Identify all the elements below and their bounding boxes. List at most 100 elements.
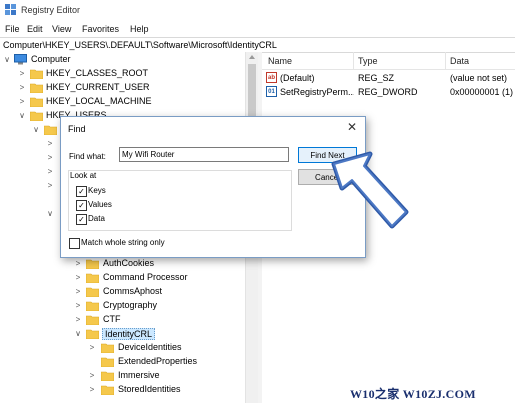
- match-whole-label: Match whole string only: [81, 238, 165, 247]
- chevron-down-icon[interactable]: ∨: [18, 111, 26, 120]
- tree-item-expanded[interactable]: ∨: [46, 207, 60, 221]
- tree-item-hklm[interactable]: > HKEY_LOCAL_MACHINE: [0, 95, 200, 109]
- list-row[interactable]: 01 SetRegistryPerm... REG_DWORD 0x000000…: [262, 85, 515, 99]
- tree-label: AuthCookies: [103, 258, 155, 268]
- tree-item-immersive[interactable]: > Immersive: [0, 369, 240, 383]
- folder-icon: [101, 385, 114, 395]
- tree-label-selected: IdentityCRL: [102, 328, 156, 340]
- tree-item-collapsed[interactable]: >: [46, 179, 60, 193]
- column-separator[interactable]: [445, 52, 446, 69]
- value-data: 0x00000001 (1): [450, 87, 514, 97]
- tree-label: HKEY_CLASSES_ROOT: [46, 68, 149, 78]
- column-separator[interactable]: [353, 52, 354, 69]
- menu-bar: File Edit View Favorites Help: [0, 21, 515, 37]
- folder-open-icon: [44, 125, 57, 135]
- find-what-label: Find what:: [69, 152, 106, 161]
- chevron-right-icon[interactable]: >: [46, 167, 54, 176]
- title-bar: Registry Editor: [0, 0, 515, 20]
- tree-item-computer[interactable]: ∨ Computer: [0, 53, 200, 67]
- chevron-right-icon[interactable]: >: [88, 371, 96, 380]
- look-at-label: Look at: [69, 171, 98, 180]
- data-checkbox[interactable]: ✓: [76, 214, 87, 225]
- address-path[interactable]: Computer\HKEY_USERS\.DEFAULT\Software\Mi…: [3, 40, 277, 50]
- tree-item-storedidentities[interactable]: > StoredIdentities: [0, 383, 240, 397]
- chevron-down-icon[interactable]: ∨: [46, 209, 54, 218]
- tree-item-collapsed[interactable]: >: [46, 165, 60, 179]
- values-label: Values: [88, 200, 112, 209]
- tree-item-collapsed[interactable]: >: [46, 151, 60, 165]
- value-type: REG_DWORD: [358, 87, 418, 97]
- menu-help[interactable]: Help: [130, 24, 149, 34]
- window-title: Registry Editor: [21, 5, 81, 15]
- tree-item-hkcu[interactable]: > HKEY_CURRENT_USER: [0, 81, 200, 95]
- menu-file[interactable]: File: [5, 24, 20, 34]
- folder-open-icon: [30, 111, 43, 121]
- tree-item-deviceidentities[interactable]: > DeviceIdentities: [0, 341, 240, 355]
- scroll-thumb[interactable]: [248, 64, 256, 122]
- folder-icon: [86, 287, 99, 297]
- folder-icon: [101, 371, 114, 381]
- value-type: REG_SZ: [358, 73, 395, 83]
- folder-icon: [30, 69, 43, 79]
- folder-icon: [86, 301, 99, 311]
- tree-label: ExtendedProperties: [118, 356, 198, 366]
- list-header: Name Type Data: [262, 52, 515, 70]
- column-header-type[interactable]: Type: [358, 56, 378, 66]
- folder-icon: [101, 343, 114, 353]
- chevron-right-icon[interactable]: >: [18, 83, 26, 92]
- registry-editor-icon: [5, 4, 16, 15]
- computer-icon: [14, 54, 27, 65]
- watermark: W10之家 W10ZJ.COM: [350, 387, 476, 401]
- value-name: (Default): [280, 73, 315, 83]
- tree-label: HKEY_CURRENT_USER: [46, 82, 150, 92]
- tree-item-extendedproperties[interactable]: ExtendedProperties: [0, 355, 240, 369]
- chevron-right-icon[interactable]: >: [46, 181, 54, 190]
- chevron-right-icon[interactable]: >: [74, 287, 82, 296]
- tree-label: StoredIdentities: [118, 384, 181, 394]
- address-bar[interactable]: Computer\HKEY_USERS\.DEFAULT\Software\Mi…: [0, 37, 515, 53]
- chevron-right-icon[interactable]: >: [74, 273, 82, 282]
- tree-label: Immersive: [118, 370, 160, 380]
- chevron-down-icon[interactable]: ∨: [74, 329, 82, 338]
- menu-favorites[interactable]: Favorites: [82, 24, 119, 34]
- find-what-input[interactable]: [119, 147, 289, 162]
- chevron-right-icon[interactable]: >: [74, 301, 82, 310]
- scroll-up-arrow-icon[interactable]: [249, 55, 255, 59]
- chevron-right-icon[interactable]: >: [74, 259, 82, 268]
- chevron-right-icon[interactable]: >: [46, 139, 54, 148]
- chevron-right-icon[interactable]: >: [18, 97, 26, 106]
- tree-label: CommsAphost: [103, 286, 163, 296]
- menu-view[interactable]: View: [52, 24, 71, 34]
- tree-item-collapsed[interactable]: >: [46, 137, 60, 151]
- dword-value-icon: 01: [266, 86, 277, 97]
- tree-label: HKEY_LOCAL_MACHINE: [46, 96, 152, 106]
- chevron-right-icon[interactable]: >: [46, 153, 54, 162]
- menu-edit[interactable]: Edit: [27, 24, 43, 34]
- tree-item-identitycrl[interactable]: ∨ IdentityCRL: [0, 327, 240, 341]
- chevron-right-icon[interactable]: >: [88, 385, 96, 394]
- tree-item-commsaphost[interactable]: > CommsAphost: [0, 285, 240, 299]
- tree-item-authcookies[interactable]: > AuthCookies: [0, 257, 240, 271]
- keys-checkbox[interactable]: ✓: [76, 186, 87, 197]
- folder-icon: [86, 273, 99, 283]
- close-icon[interactable]: ✕: [344, 120, 360, 134]
- column-header-name[interactable]: Name: [268, 56, 292, 66]
- values-checkbox[interactable]: ✓: [76, 200, 87, 211]
- pointer-arrow-icon: [331, 151, 409, 229]
- folder-icon: [30, 97, 43, 107]
- tree-item-ctf[interactable]: > CTF: [0, 313, 240, 327]
- list-row[interactable]: ab (Default) REG_SZ (value not set): [262, 71, 515, 85]
- tree-item-command-processor[interactable]: > Command Processor: [0, 271, 240, 285]
- chevron-right-icon[interactable]: >: [18, 69, 26, 78]
- column-header-data[interactable]: Data: [450, 56, 469, 66]
- folder-open-icon: [86, 329, 99, 339]
- tree-item-default[interactable]: ∨: [0, 123, 60, 137]
- tree-item-hkcr[interactable]: > HKEY_CLASSES_ROOT: [0, 67, 200, 81]
- tree-item-cryptography[interactable]: > Cryptography: [0, 299, 240, 313]
- chevron-down-icon[interactable]: ∨: [3, 55, 11, 64]
- match-whole-checkbox[interactable]: [69, 238, 80, 249]
- tree-label: Command Processor: [103, 272, 188, 282]
- chevron-right-icon[interactable]: >: [88, 343, 96, 352]
- chevron-right-icon[interactable]: >: [74, 315, 82, 324]
- chevron-down-icon[interactable]: ∨: [32, 125, 40, 134]
